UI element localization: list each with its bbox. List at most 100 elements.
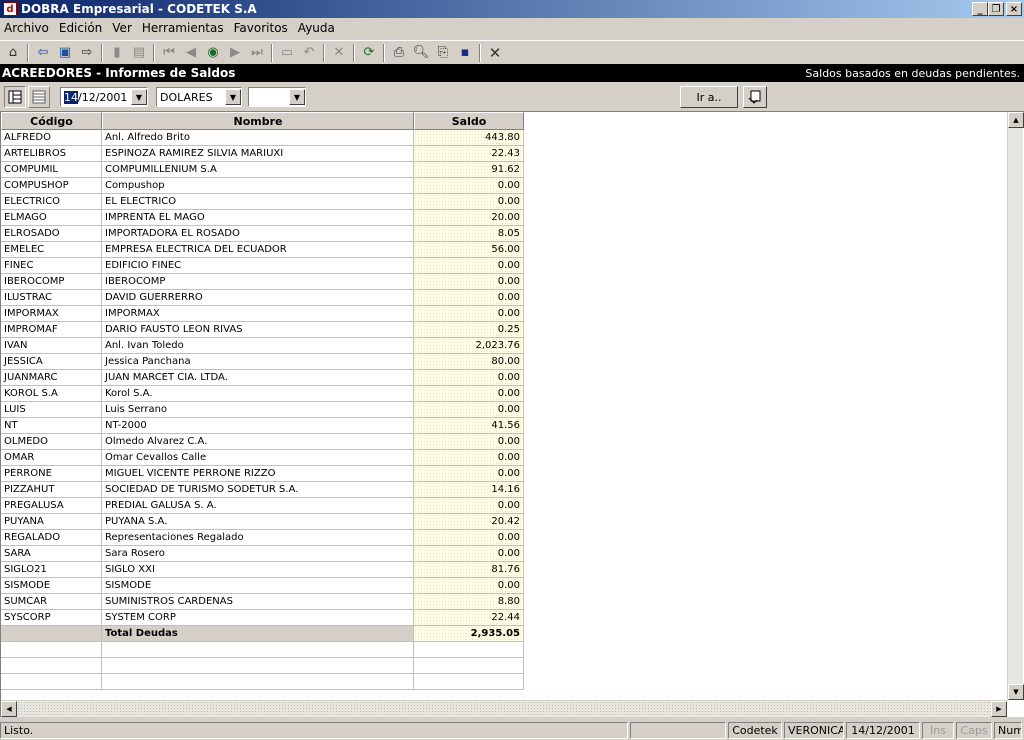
cell-nombre[interactable]: Korol S.A.: [102, 386, 414, 402]
new-document-icon[interactable]: ▮: [106, 42, 128, 64]
restore-button[interactable]: ❐: [988, 2, 1004, 16]
app-icon[interactable]: d: [3, 2, 17, 16]
cell-nombre[interactable]: SYSTEM CORP: [102, 610, 414, 626]
cell-saldo[interactable]: 0.00: [414, 290, 524, 306]
cell-saldo[interactable]: 80.00: [414, 354, 524, 370]
undo-icon[interactable]: ↶: [298, 42, 320, 64]
cell-nombre[interactable]: IMPRENTA EL MAGO: [102, 210, 414, 226]
menu-archivo[interactable]: Archivo: [0, 21, 54, 35]
cell-nombre[interactable]: EDIFICIO FINEC: [102, 258, 414, 274]
table-row[interactable]: IMPROMAF DARIO FAUSTO LEON RIVAS 0.25: [1, 322, 524, 338]
back-arrow-icon[interactable]: ⇦: [32, 42, 54, 64]
previous-record-icon[interactable]: ◀: [180, 42, 202, 64]
forward-arrow-icon[interactable]: ⇨: [76, 42, 98, 64]
cell-saldo[interactable]: 0.00: [414, 402, 524, 418]
cell-nombre[interactable]: SOCIEDAD DE TURISMO SODETUR S.A.: [102, 482, 414, 498]
menu-edicion[interactable]: Edición: [54, 21, 107, 35]
cell-saldo[interactable]: 14.16: [414, 482, 524, 498]
cell-nombre[interactable]: MIGUEL VICENTE PERRONE RIZZO: [102, 466, 414, 482]
table-row[interactable]: REGALADO Representaciones Regalado 0.00: [1, 530, 524, 546]
cell-nombre[interactable]: SUMINISTROS CARDENAS: [102, 594, 414, 610]
cell-codigo[interactable]: OLMEDO: [1, 434, 102, 450]
empty-cell[interactable]: [102, 674, 414, 690]
cell-saldo[interactable]: 0.00: [414, 258, 524, 274]
table-row[interactable]: JESSICA Jessica Panchana 80.00: [1, 354, 524, 370]
cell-codigo[interactable]: SISMODE: [1, 578, 102, 594]
cell-nombre[interactable]: IMPORTADORA EL ROSADO: [102, 226, 414, 242]
table-row[interactable]: PUYANA PUYANA S.A. 20.42: [1, 514, 524, 530]
cell-saldo[interactable]: 0.00: [414, 306, 524, 322]
cell-saldo[interactable]: 20.42: [414, 514, 524, 530]
cell-nombre[interactable]: Anl. Ivan Toledo: [102, 338, 414, 354]
cell-saldo[interactable]: 0.00: [414, 434, 524, 450]
table-row[interactable]: LUIS Luis Serrano 0.00: [1, 402, 524, 418]
export-icon[interactable]: ⎘: [432, 42, 454, 64]
empty-cell[interactable]: [414, 658, 524, 674]
last-record-icon[interactable]: ⏭: [246, 42, 268, 64]
close-button[interactable]: ×: [1006, 2, 1022, 16]
edit-document-icon[interactable]: ▤: [128, 42, 150, 64]
cell-saldo[interactable]: 0.00: [414, 466, 524, 482]
menu-herramientas[interactable]: Herramientas: [137, 21, 229, 35]
cell-nombre[interactable]: Luis Serrano: [102, 402, 414, 418]
scroll-right-icon[interactable]: ▶: [991, 701, 1007, 717]
window-icon[interactable]: ▣: [54, 42, 76, 64]
cell-codigo[interactable]: ELECTRICO: [1, 194, 102, 210]
table-row[interactable]: NT NT-2000 41.56: [1, 418, 524, 434]
empty-cell[interactable]: [414, 642, 524, 658]
table-row[interactable]: SISMODE SISMODE 0.00: [1, 578, 524, 594]
currency-combo[interactable]: DOLARES ▼: [156, 87, 242, 107]
table-row[interactable]: ELROSADO IMPORTADORA EL ROSADO 8.05: [1, 226, 524, 242]
list-view-icon[interactable]: [28, 86, 50, 108]
cell-codigo[interactable]: NT: [1, 418, 102, 434]
table-row[interactable]: COMPUMIL COMPUMILLENIUM S.A 91.62: [1, 162, 524, 178]
cell-nombre[interactable]: JUAN MARCET CIA. LTDA.: [102, 370, 414, 386]
cell-codigo[interactable]: PUYANA: [1, 514, 102, 530]
cell-nombre[interactable]: Jessica Panchana: [102, 354, 414, 370]
menu-ayuda[interactable]: Ayuda: [293, 21, 340, 35]
cell-saldo[interactable]: 0.00: [414, 578, 524, 594]
table-row[interactable]: COMPUSHOP Compushop 0.00: [1, 178, 524, 194]
column-header-nombre[interactable]: Nombre: [102, 112, 414, 130]
cell-saldo[interactable]: 22.44: [414, 610, 524, 626]
cell-saldo[interactable]: 0.00: [414, 178, 524, 194]
empty-cell[interactable]: [1, 658, 102, 674]
cell-saldo[interactable]: 0.25: [414, 322, 524, 338]
date-combo[interactable]: 14/12/2001 ▼: [60, 87, 148, 107]
search-globe-icon[interactable]: ◉: [202, 42, 224, 64]
cell-codigo[interactable]: SUMCAR: [1, 594, 102, 610]
total-blank-cell[interactable]: [1, 626, 102, 642]
table-row[interactable]: ELECTRICO EL ELECTRICO 0.00: [1, 194, 524, 210]
table-row[interactable]: IVAN Anl. Ivan Toledo 2,023.76: [1, 338, 524, 354]
cell-saldo[interactable]: 0.00: [414, 274, 524, 290]
table-row[interactable]: SUMCAR SUMINISTROS CARDENAS 8.80: [1, 594, 524, 610]
cell-nombre[interactable]: Sara Rosero: [102, 546, 414, 562]
cell-codigo[interactable]: JUANMARC: [1, 370, 102, 386]
table-row[interactable]: JUANMARC JUAN MARCET CIA. LTDA. 0.00: [1, 370, 524, 386]
cell-saldo[interactable]: 0.00: [414, 530, 524, 546]
cell-codigo[interactable]: OMAR: [1, 450, 102, 466]
table-row[interactable]: PREGALUSA PREDIAL GALUSA S. A. 0.00: [1, 498, 524, 514]
scroll-left-icon[interactable]: ◀: [1, 701, 17, 717]
first-record-icon[interactable]: ⏮: [158, 42, 180, 64]
cell-nombre[interactable]: PREDIAL GALUSA S. A.: [102, 498, 414, 514]
table-row[interactable]: OLMEDO Olmedo Alvarez C.A. 0.00: [1, 434, 524, 450]
detail-view-icon[interactable]: [4, 86, 26, 108]
table-row[interactable]: OMAR Omar Cevallos Calle 0.00: [1, 450, 524, 466]
cell-codigo[interactable]: IMPROMAF: [1, 322, 102, 338]
cell-saldo[interactable]: 22.43: [414, 146, 524, 162]
empty-cell[interactable]: [1, 674, 102, 690]
print-preview-icon[interactable]: 🔍︎: [410, 42, 432, 64]
cell-nombre[interactable]: SISMODE: [102, 578, 414, 594]
cell-codigo[interactable]: SIGLO21: [1, 562, 102, 578]
cell-codigo[interactable]: ILUSTRAC: [1, 290, 102, 306]
cell-nombre[interactable]: NT-2000: [102, 418, 414, 434]
close-form-icon[interactable]: ✕: [484, 42, 506, 64]
cell-nombre[interactable]: COMPUMILLENIUM S.A: [102, 162, 414, 178]
table-row[interactable]: SARA Sara Rosero 0.00: [1, 546, 524, 562]
cell-codigo[interactable]: ELMAGO: [1, 210, 102, 226]
empty-cell[interactable]: [102, 642, 414, 658]
cell-saldo[interactable]: 0.00: [414, 386, 524, 402]
option-combo[interactable]: ▼: [248, 87, 306, 107]
menu-favoritos[interactable]: Favoritos: [229, 21, 293, 35]
